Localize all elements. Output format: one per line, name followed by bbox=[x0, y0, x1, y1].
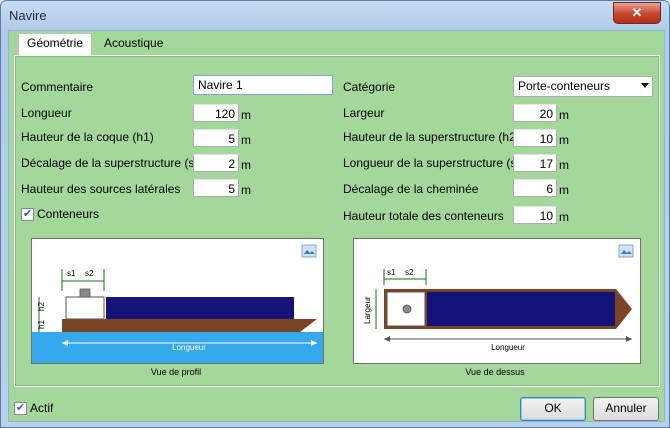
top-s1-label: s1 bbox=[387, 268, 396, 277]
dialog-window: Navire ✕ Géométrie Acoustique Commentair… bbox=[0, 0, 670, 428]
largeur-unit: m bbox=[559, 108, 569, 122]
largeur-label: Largeur bbox=[343, 106, 385, 120]
h2-unit: m bbox=[559, 133, 569, 147]
top-image-icon bbox=[618, 244, 634, 258]
top-view-figure: s1 s2 Largeur Longueur bbox=[353, 238, 641, 364]
dialog-client-area: Géométrie Acoustique Commentaire Navire … bbox=[8, 30, 665, 422]
top-chimney-shape bbox=[402, 304, 412, 314]
window-title: Navire bbox=[9, 8, 47, 23]
conteneurs-label: Conteneurs bbox=[37, 207, 100, 221]
s1-unit: m bbox=[241, 158, 251, 172]
top-s2-label: s2 bbox=[405, 268, 414, 277]
h2-label: Hauteur de la superstructure (h2) bbox=[343, 130, 520, 144]
containers-shape bbox=[106, 297, 294, 319]
top-view-caption: Vue de dessus bbox=[465, 367, 525, 377]
actif-checkbox[interactable]: ✔ bbox=[14, 402, 27, 415]
commentaire-input[interactable]: Navire 1 bbox=[193, 75, 333, 95]
h2-input[interactable]: 10 bbox=[513, 129, 557, 147]
s1-input[interactable]: 2 bbox=[193, 154, 239, 172]
sources-label: Hauteur des sources latérales bbox=[21, 182, 181, 196]
h1-label: Hauteur de la coque (h1) bbox=[21, 130, 154, 144]
sources-input[interactable]: 5 bbox=[193, 179, 239, 197]
commentaire-label: Commentaire bbox=[21, 80, 94, 94]
profile-s2-label: s2 bbox=[85, 269, 94, 278]
profile-longueur-label: Longueur bbox=[172, 343, 206, 352]
profile-view-caption: Vue de profil bbox=[150, 367, 202, 377]
top-view-drawing: s1 s2 Largeur Longueur bbox=[363, 244, 634, 352]
cheminee-unit: m bbox=[559, 183, 569, 197]
ok-button[interactable]: OK bbox=[520, 397, 586, 421]
s2-unit: m bbox=[559, 158, 569, 172]
tab-acoustique[interactable]: Acoustique bbox=[96, 34, 171, 53]
profile-image-icon bbox=[301, 244, 317, 258]
chevron-down-icon[interactable] bbox=[641, 83, 649, 88]
profile-h1-label: h1 bbox=[37, 320, 46, 329]
categorie-label: Catégorie bbox=[343, 80, 396, 94]
s1-label: Décalage de la superstructure (s1) bbox=[21, 156, 206, 170]
categorie-value: Porte-conteneurs bbox=[518, 79, 611, 93]
profile-view-figure: s1 s2 h2 h1 Longueur bbox=[31, 238, 324, 364]
h1-unit: m bbox=[241, 133, 251, 147]
longueur-label: Longueur bbox=[21, 106, 72, 120]
profile-view-drawing: s1 s2 h2 h1 Longueur bbox=[32, 244, 323, 363]
tab-geometrie[interactable]: Géométrie bbox=[18, 33, 93, 55]
sources-unit: m bbox=[241, 183, 251, 197]
conteneurs-checkbox[interactable]: ✔ bbox=[21, 208, 34, 221]
chimney-shape bbox=[79, 288, 91, 298]
profile-h2-label: h2 bbox=[37, 302, 46, 311]
conteneurs-height-unit: m bbox=[559, 210, 569, 224]
cancel-button[interactable]: Annuler bbox=[593, 397, 659, 421]
h1-input[interactable]: 5 bbox=[193, 129, 239, 147]
conteneurs-height-label: Hauteur totale des conteneurs bbox=[343, 209, 504, 223]
superstructure-shape bbox=[65, 296, 105, 320]
conteneurs-height-input[interactable]: 10 bbox=[513, 206, 557, 224]
hull-shape bbox=[62, 319, 317, 332]
cheminee-input[interactable]: 6 bbox=[513, 179, 557, 197]
profile-s1-label: s1 bbox=[67, 269, 76, 278]
categorie-select[interactable]: Porte-conteneurs bbox=[513, 76, 653, 97]
top-containers-shape bbox=[427, 292, 615, 326]
top-longueur-label: Longueur bbox=[491, 343, 525, 352]
longueur-input[interactable]: 120 bbox=[193, 104, 239, 122]
actif-label: Actif bbox=[30, 401, 54, 415]
close-button[interactable]: ✕ bbox=[613, 2, 661, 24]
cheminee-label: Décalage de la cheminée bbox=[343, 182, 479, 196]
largeur-input[interactable]: 20 bbox=[513, 104, 557, 122]
top-largeur-label: Largeur bbox=[363, 296, 372, 324]
s2-input[interactable]: 17 bbox=[513, 154, 557, 172]
s2-label: Longueur de la superstructure (s2) bbox=[343, 156, 528, 170]
longueur-unit: m bbox=[241, 108, 251, 122]
